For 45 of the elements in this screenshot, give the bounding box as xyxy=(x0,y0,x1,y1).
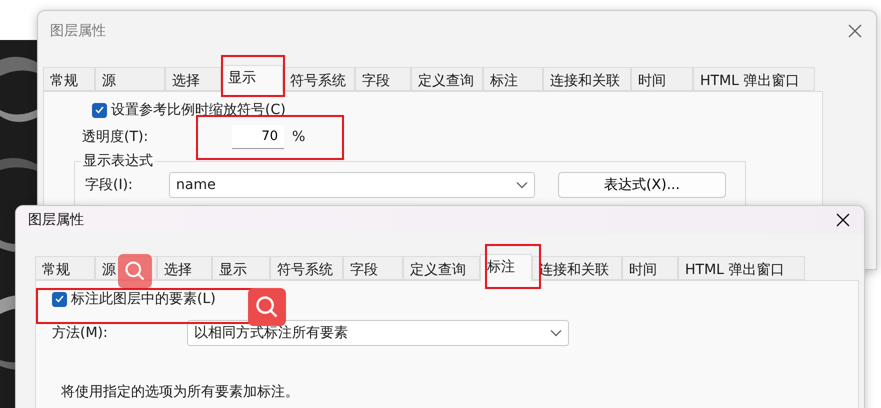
group-title: 显示表达式 xyxy=(82,152,154,170)
dropdown-field[interactable]: 以相同方式标注所有要素 xyxy=(187,320,569,346)
tab[interactable]: 定义查询 xyxy=(411,67,483,91)
chevron-down-icon xyxy=(516,181,528,189)
magnifier-icon xyxy=(248,288,286,326)
tab[interactable]: 源 xyxy=(95,67,165,91)
tab[interactable]: 常规 xyxy=(35,256,95,280)
tab[interactable]: 定义查询 xyxy=(403,256,480,280)
tab[interactable]: 符号系统 xyxy=(270,256,343,280)
checkbox-label: 标注此图层中的要素(L) xyxy=(71,290,216,308)
tab[interactable]: 符号系统 xyxy=(283,67,355,91)
tab[interactable]: 选择 xyxy=(157,256,212,280)
chevron-down-icon xyxy=(550,329,562,337)
tab[interactable]: HTML 弹出窗口 xyxy=(678,256,805,280)
tab[interactable]: 连接和关联 xyxy=(543,67,631,91)
unit-label: % xyxy=(292,129,306,145)
tab[interactable]: 字段 xyxy=(355,67,411,91)
check-icon xyxy=(55,295,64,303)
field-label: 字段(I): xyxy=(85,176,134,194)
info-text: 将使用指定的选项为所有要素加标注。 xyxy=(60,383,300,401)
highlight-frame xyxy=(485,244,541,289)
number-field[interactable]: 70 xyxy=(232,125,284,149)
tab[interactable]: 显示 xyxy=(212,256,270,280)
expression-button[interactable]: 表达式(X)... xyxy=(558,172,726,198)
tab[interactable]: 时间 xyxy=(631,67,693,91)
dropdown-field[interactable]: name xyxy=(169,172,535,198)
close-icon xyxy=(836,213,850,227)
checkbox-label: 设置参考比例时缩放符号(C) xyxy=(111,101,286,119)
window-title: 图层属性 xyxy=(28,211,84,229)
window-title: 图层属性 xyxy=(50,22,106,40)
tab[interactable]: 标注 xyxy=(480,254,532,281)
checkbox[interactable] xyxy=(92,102,107,118)
tab[interactable]: HTML 弹出窗口 xyxy=(693,67,815,91)
checkbox[interactable] xyxy=(52,292,67,306)
field-label: 透明度(T): xyxy=(82,128,150,146)
field-label: 方法(M): xyxy=(52,324,109,342)
tab[interactable]: 选择 xyxy=(165,67,221,91)
tab[interactable]: 显示 xyxy=(221,65,283,92)
tab[interactable]: 字段 xyxy=(343,256,403,280)
check-icon xyxy=(95,106,104,114)
tab[interactable]: 常规 xyxy=(43,67,95,91)
tab[interactable]: 标注 xyxy=(483,67,543,91)
highlight-frame xyxy=(221,55,285,97)
tab[interactable]: 时间 xyxy=(622,256,678,280)
close-icon xyxy=(848,24,862,38)
